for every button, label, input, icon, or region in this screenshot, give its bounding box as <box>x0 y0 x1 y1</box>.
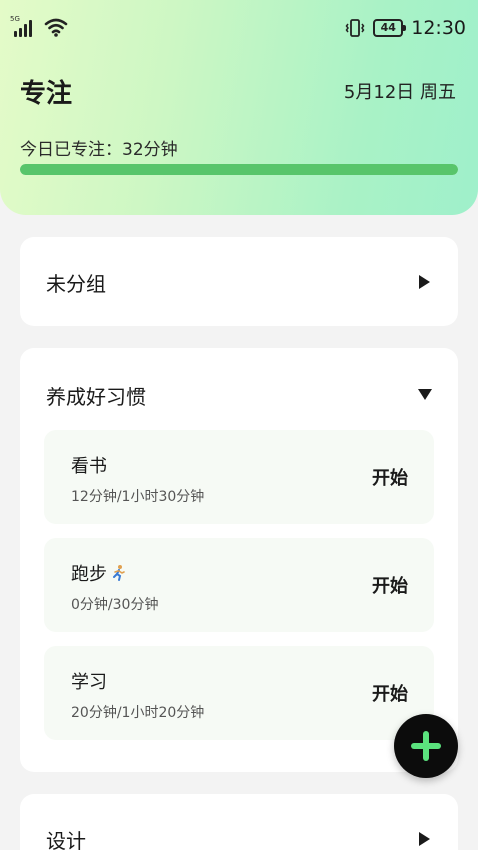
page-title: 专注 <box>20 79 73 109</box>
group-name: 养成好习惯 <box>46 385 146 409</box>
triangle-right-icon[interactable] <box>419 832 430 846</box>
start-button[interactable]: 开始 <box>372 680 408 706</box>
group-card-habits: 养成好习惯 看书 12分钟/1小时30分钟 开始 跑步 0分钟/30分钟 开始 <box>20 348 458 772</box>
habit-time: 20分钟/1小时20分钟 <box>71 705 205 721</box>
habit-name: 跑步 <box>71 564 107 585</box>
habit-name: 学习 <box>71 672 107 693</box>
habit-title-wrap: 跑步 <box>71 560 127 586</box>
date-label: 5月12日 周五 <box>343 82 456 103</box>
vibrate-icon <box>345 19 365 37</box>
focus-progress-bar <box>20 164 458 175</box>
group-card-ungrouped[interactable]: 未分组 <box>20 237 458 326</box>
header-panel: 5G 44 12:30 专注 5月12日 周五 今日已专注：32分钟 <box>0 0 478 215</box>
habit-time: 12分钟/1小时30分钟 <box>71 489 205 505</box>
habit-item[interactable]: 看书 12分钟/1小时30分钟 开始 <box>44 430 434 524</box>
status-time: 12:30 <box>411 17 466 39</box>
status-left: 5G <box>10 15 68 37</box>
group-header[interactable]: 设计 <box>20 794 458 850</box>
habit-item[interactable]: 学习 20分钟/1小时20分钟 开始 <box>44 646 434 740</box>
group-name: 设计 <box>46 829 86 850</box>
add-button[interactable] <box>394 714 458 778</box>
triangle-right-icon[interactable] <box>419 275 430 289</box>
network-tag: 5G <box>10 15 20 23</box>
start-button[interactable]: 开始 <box>372 464 408 490</box>
battery-level: 44 <box>380 21 396 34</box>
battery-icon: 44 <box>373 19 407 37</box>
runner-icon <box>113 565 125 581</box>
group-name: 未分组 <box>46 272 106 296</box>
habit-time: 0分钟/30分钟 <box>71 597 159 613</box>
wifi-icon <box>44 18 68 37</box>
status-bar: 5G 44 12:30 <box>0 0 478 56</box>
habit-item[interactable]: 跑步 0分钟/30分钟 开始 <box>44 538 434 632</box>
plus-icon-vertical <box>423 731 429 761</box>
start-button[interactable]: 开始 <box>372 572 408 598</box>
signal-icon: 5G <box>10 15 34 37</box>
triangle-down-icon[interactable] <box>418 389 432 400</box>
status-right: 44 12:30 <box>345 17 466 39</box>
today-focus-label: 今日已专注：32分钟 <box>20 140 178 160</box>
focus-screen: 5G 44 12:30 专注 5月12日 周五 今日已专注：32分钟 未分组 养… <box>0 0 478 850</box>
group-card-design[interactable]: 设计 <box>20 794 458 850</box>
habit-name: 看书 <box>71 456 107 477</box>
group-header[interactable]: 养成好习惯 <box>20 348 458 438</box>
focus-progress-fill <box>20 164 458 175</box>
group-header[interactable]: 未分组 <box>20 237 458 327</box>
